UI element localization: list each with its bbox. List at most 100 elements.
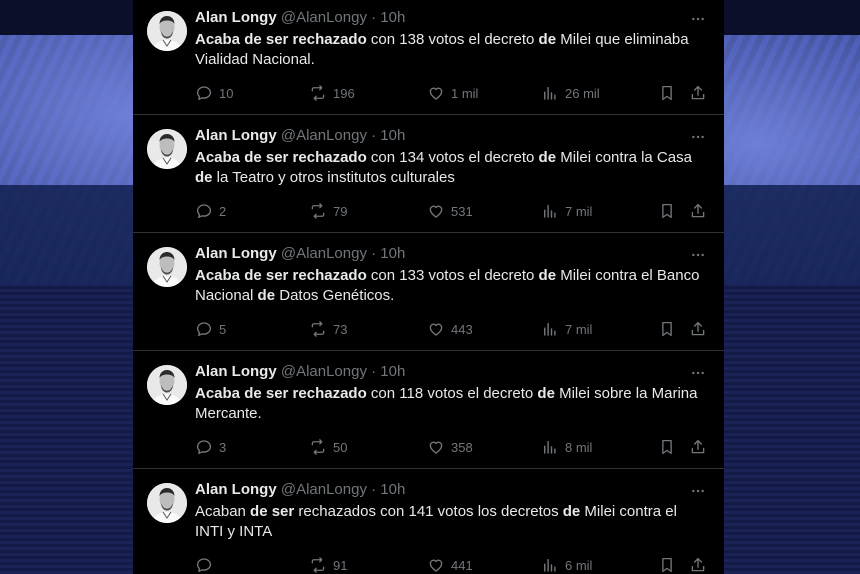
views-button[interactable]: 7 mil [541,319,592,339]
reply-button[interactable] [195,555,219,574]
avatar[interactable] [147,11,187,51]
tweet-text-bold: de [538,149,557,166]
share-button[interactable] [689,555,707,574]
tweet-header: Alan Longy @AlanLongy · 10h [195,245,405,265]
more-options-icon[interactable] [690,483,706,499]
bookmark-icon [658,84,676,102]
reply-button[interactable]: 10 [195,83,233,103]
tweet-time[interactable]: · 10h [371,363,405,380]
avatar[interactable] [147,483,187,523]
tweet[interactable]: Alan Longy @AlanLongy · 10h Acaban de se… [133,469,724,574]
like-count: 1 mil [451,85,479,101]
like-button[interactable]: 358 [427,437,473,457]
reply-icon [195,202,213,220]
retweet-count: 91 [333,557,348,573]
bookmark-button[interactable] [658,83,676,103]
tweet[interactable]: Alan Longy @AlanLongy · 10h Acaba de ser… [133,233,724,351]
views-button[interactable]: 6 mil [541,555,592,574]
reply-icon [195,84,213,102]
tweet-time[interactable]: · 10h [371,481,405,498]
like-button[interactable]: 441 [427,555,473,574]
share-icon [689,438,707,456]
retweet-button[interactable]: 79 [309,201,347,221]
more-options-icon[interactable] [690,247,706,263]
author-handle[interactable]: @AlanLongy [281,245,367,262]
author-name[interactable]: Alan Longy [195,127,277,144]
share-icon [689,84,707,102]
like-count: 441 [451,557,473,573]
avatar[interactable] [147,365,187,405]
tweet-feed: Alan Longy @AlanLongy · 10h Acaba de ser… [133,0,724,574]
retweet-button[interactable]: 196 [309,83,355,103]
bookmark-button[interactable] [658,437,676,457]
reply-icon [195,556,213,574]
like-count: 358 [451,439,473,455]
reply-button[interactable]: 3 [195,437,226,457]
tweet-header: Alan Longy @AlanLongy · 10h [195,363,405,383]
tweet-text-bold: de ser [250,503,295,520]
bookmark-button[interactable] [658,555,676,574]
retweet-icon [309,438,327,456]
share-button[interactable] [689,83,707,103]
reply-button[interactable]: 2 [195,201,226,221]
tweet-actions: 10 196 1 mil 26 mil [195,83,715,103]
retweet-button[interactable]: 50 [309,437,347,457]
tweet-text-segment: la Teatro y otros institutos culturales [212,169,455,186]
retweet-icon [309,320,327,338]
share-icon [689,556,707,574]
views-count: 26 mil [565,85,600,101]
tweet-text-segment: con 134 votos el decreto [366,149,539,166]
share-icon [689,320,707,338]
author-handle[interactable]: @AlanLongy [281,9,367,26]
like-button[interactable]: 443 [427,319,473,339]
tweet-time[interactable]: · 10h [371,9,405,26]
reply-count: 5 [219,321,227,337]
like-icon [427,84,445,102]
views-icon [541,438,559,456]
author-handle[interactable]: @AlanLongy [281,481,367,498]
tweet[interactable]: Alan Longy @AlanLongy · 10h Acaba de ser… [133,115,724,233]
views-button[interactable]: 26 mil [541,83,600,103]
views-icon [541,556,559,574]
bookmark-button[interactable] [658,201,676,221]
reply-button[interactable]: 5 [195,319,226,339]
more-options-icon[interactable] [690,11,706,27]
tweet-time[interactable]: · 10h [371,127,405,144]
avatar[interactable] [147,247,187,287]
retweet-count: 196 [333,85,355,101]
tweet[interactable]: Alan Longy @AlanLongy · 10h Acaba de ser… [133,0,724,115]
tweet-text-bold: de [538,267,557,284]
share-button[interactable] [689,437,707,457]
like-icon [427,438,445,456]
like-button[interactable]: 531 [427,201,473,221]
share-button[interactable] [689,201,707,221]
more-options-icon[interactable] [690,365,706,381]
avatar[interactable] [147,129,187,169]
author-name[interactable]: Alan Longy [195,481,277,498]
author-name[interactable]: Alan Longy [195,245,277,262]
tweet-text-bold: Acaba de ser rechazado [195,385,367,402]
views-icon [541,320,559,338]
like-button[interactable]: 1 mil [427,83,478,103]
tweet[interactable]: Alan Longy @AlanLongy · 10h Acaba de ser… [133,351,724,469]
tweet-time[interactable]: · 10h [371,245,405,262]
reply-icon [195,438,213,456]
views-button[interactable]: 8 mil [541,437,592,457]
tweet-header: Alan Longy @AlanLongy · 10h [195,127,405,147]
share-button[interactable] [689,319,707,339]
author-handle[interactable]: @AlanLongy [281,127,367,144]
tweet-text: Acaba de ser rechazado con 138 votos el … [195,30,705,70]
tweet-text-bold: Acaba de ser rechazado [195,149,367,166]
views-button[interactable]: 7 mil [541,201,592,221]
retweet-button[interactable]: 73 [309,319,347,339]
author-handle[interactable]: @AlanLongy [281,363,367,380]
bookmark-button[interactable] [658,319,676,339]
like-icon [427,556,445,574]
retweet-icon [309,84,327,102]
retweet-button[interactable]: 91 [309,555,347,574]
tweet-header: Alan Longy @AlanLongy · 10h [195,481,405,501]
views-icon [541,202,559,220]
author-name[interactable]: Alan Longy [195,9,277,26]
more-options-icon[interactable] [690,129,706,145]
author-name[interactable]: Alan Longy [195,363,277,380]
